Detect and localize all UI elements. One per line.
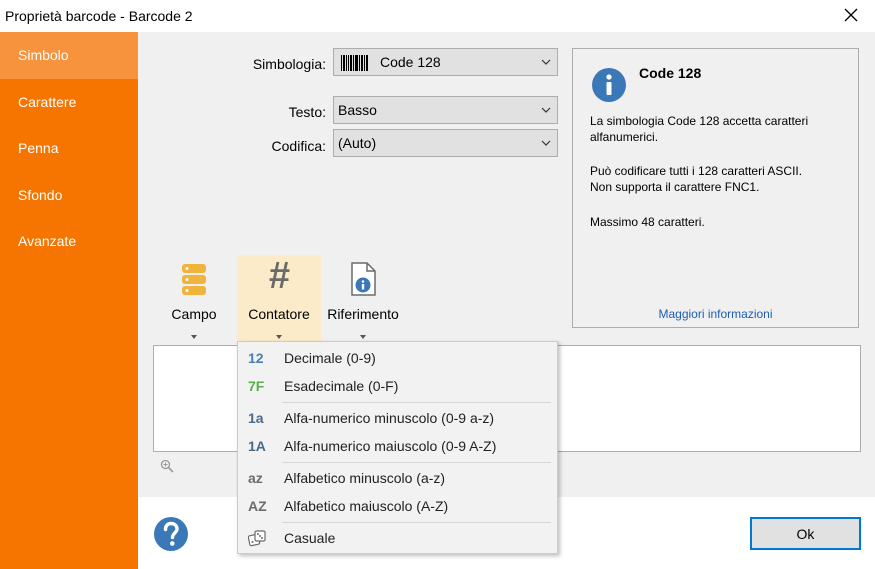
reference-button[interactable]: Riferimento	[321, 255, 405, 343]
menu-item-alpha-lower[interactable]: az Alfabetico minuscolo (a-z)	[238, 466, 557, 492]
chevron-down-icon	[541, 107, 551, 113]
info-heading: Code 128	[639, 65, 702, 81]
dropdown-arrow-icon	[276, 335, 282, 339]
sidebar-item-penna[interactable]: Penna	[0, 125, 138, 172]
info-panel: Code 128 La simbologia Code 128 accetta …	[572, 48, 859, 328]
alnum-lower-icon: 1a	[248, 410, 264, 426]
sidebar-item-carattere[interactable]: Carattere	[0, 79, 138, 126]
hex-icon: 7F	[248, 378, 265, 394]
info-paragraph-2b: Non supporta il carattere FNC1.	[590, 180, 760, 194]
counter-dropdown-menu: 12 Decimale (0-9) 7F Esadecimale (0-F) 1…	[237, 341, 558, 554]
text-label: Testo:	[288, 104, 326, 120]
sidebar-item-sfondo[interactable]: Sfondo	[0, 172, 138, 219]
counter-button[interactable]: # Contatore	[237, 255, 321, 343]
title-bar: Proprietà barcode - Barcode 2	[0, 0, 875, 32]
info-paragraph-2a: Può codificare tutti i 128 caratteri ASC…	[590, 164, 803, 178]
menu-item-random[interactable]: Casuale	[238, 526, 557, 552]
menu-item-label: Esadecimale (0-F)	[284, 378, 399, 394]
sidebar: Simbolo Carattere Penna Sfondo Avanzate	[0, 32, 138, 569]
menu-item-decimal[interactable]: 12 Decimale (0-9)	[238, 346, 557, 372]
field-button[interactable]: Campo	[160, 255, 228, 343]
document-info-icon	[351, 262, 376, 296]
sidebar-item-avanzate[interactable]: Avanzate	[0, 218, 138, 265]
field-label: Campo	[171, 306, 217, 322]
menu-item-label: Alfabetico maiuscolo (A-Z)	[284, 498, 449, 514]
alpha-lower-icon: az	[248, 470, 263, 486]
zoom-icon[interactable]	[160, 459, 174, 473]
info-icon	[592, 68, 626, 102]
database-icon	[182, 264, 206, 295]
chevron-down-icon	[541, 140, 551, 146]
reference-label: Riferimento	[327, 306, 399, 322]
menu-item-label: Alfabetico minuscolo (a-z)	[284, 470, 446, 486]
menu-item-hexadecimal[interactable]: 7F Esadecimale (0-F)	[238, 374, 557, 400]
menu-separator	[282, 462, 551, 463]
symbology-select[interactable]: Code 128	[333, 48, 558, 76]
menu-item-alnum-lower[interactable]: 1a Alfa-numerico minuscolo (0-9 a-z)	[238, 406, 557, 432]
ok-button[interactable]: Ok	[750, 517, 861, 550]
dropdown-arrow-icon	[360, 335, 366, 339]
info-paragraph-1: La simbologia Code 128 accetta caratteri…	[590, 114, 809, 144]
encoding-select[interactable]: (Auto)	[333, 129, 558, 157]
dropdown-arrow-icon	[191, 335, 197, 339]
decimal-icon: 12	[248, 350, 264, 366]
menu-item-label: Decimale (0-9)	[284, 350, 376, 366]
dice-icon	[248, 530, 266, 547]
counter-label: Contatore	[248, 306, 310, 322]
window-title: Proprietà barcode - Barcode 2	[5, 8, 193, 24]
help-icon[interactable]	[153, 516, 189, 552]
menu-item-label: Alfa-numerico maiuscolo (0-9 A-Z)	[284, 438, 497, 454]
symbology-label: Simbologia:	[252, 56, 326, 72]
menu-item-alnum-upper[interactable]: 1A Alfa-numerico maiuscolo (0-9 A-Z)	[238, 434, 557, 460]
alpha-upper-icon: AZ	[248, 498, 267, 514]
text-value: Basso	[338, 102, 377, 118]
menu-item-alpha-upper[interactable]: AZ Alfabetico maiuscolo (A-Z)	[238, 494, 557, 520]
encoding-label: Codifica:	[271, 138, 326, 154]
more-info-link[interactable]: Maggiori informazioni	[573, 307, 858, 321]
menu-separator	[282, 522, 551, 523]
alnum-upper-icon: 1A	[248, 438, 266, 454]
text-select[interactable]: Basso	[333, 96, 558, 124]
menu-separator	[282, 402, 551, 403]
symbology-value: Code 128	[380, 54, 441, 70]
menu-item-label: Alfa-numerico minuscolo (0-9 a-z)	[284, 410, 495, 426]
chevron-down-icon	[541, 59, 551, 65]
sidebar-item-simbolo[interactable]: Simbolo	[0, 32, 138, 79]
hash-icon: #	[268, 255, 290, 297]
close-icon[interactable]	[841, 5, 861, 25]
menu-item-label: Casuale	[284, 530, 336, 546]
encoding-value: (Auto)	[338, 135, 377, 151]
barcode-icon	[341, 55, 368, 71]
info-paragraph-3: Massimo 48 caratteri.	[590, 215, 705, 229]
